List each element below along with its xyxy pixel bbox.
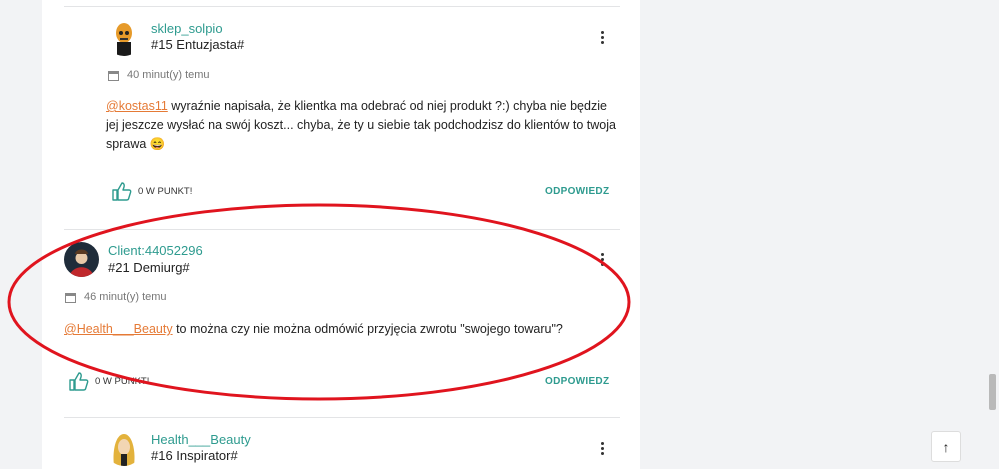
post-timestamp: 40 minut(y) temu bbox=[108, 69, 210, 81]
user-rank: #16 Inspirator# bbox=[151, 448, 238, 463]
like-button[interactable]: 0 W PUNKT! bbox=[112, 182, 192, 201]
divider bbox=[64, 417, 620, 418]
user-rank: #21 Demiurg# bbox=[108, 260, 190, 275]
scrollbar-thumb[interactable] bbox=[989, 374, 996, 410]
post-body: @kostas11 wyraźnie napisała, że klientka… bbox=[106, 97, 616, 154]
avatar[interactable] bbox=[106, 20, 142, 56]
post-timestamp: 46 minut(y) temu bbox=[65, 291, 167, 303]
post-text: wyraźnie napisała, że klientka ma odebra… bbox=[106, 99, 616, 151]
comments-panel: sklep_solpio #15 Entuzjasta# 40 minut(y)… bbox=[42, 0, 640, 469]
divider bbox=[64, 6, 620, 7]
more-options-icon[interactable] bbox=[600, 31, 604, 45]
like-count: 0 W PUNKT! bbox=[138, 186, 193, 197]
calendar-icon bbox=[65, 292, 76, 303]
thumbs-up-icon bbox=[112, 182, 132, 201]
thumbs-up-icon bbox=[69, 372, 89, 391]
arrow-up-icon: ↑ bbox=[942, 438, 950, 455]
timestamp-text: 46 minut(y) temu bbox=[84, 291, 167, 303]
username-link[interactable]: Client:44052296 bbox=[108, 243, 203, 258]
post-body: @Health___Beauty to można czy nie można … bbox=[64, 320, 614, 339]
timestamp-text: 40 minut(y) temu bbox=[127, 69, 210, 81]
like-count: 0 W PUNKT! bbox=[95, 376, 150, 387]
more-options-icon[interactable] bbox=[600, 442, 604, 456]
reply-button[interactable]: ODPOWIEDZ bbox=[545, 186, 609, 197]
more-options-icon[interactable] bbox=[600, 253, 604, 267]
avatar[interactable] bbox=[106, 430, 142, 466]
calendar-icon bbox=[108, 70, 119, 81]
smile-emoji: 😄 bbox=[149, 137, 166, 151]
username-link[interactable]: Health___Beauty bbox=[151, 432, 251, 447]
username-link[interactable]: sklep_solpio bbox=[151, 21, 223, 36]
user-rank: #15 Entuzjasta# bbox=[151, 37, 245, 52]
post-text: to można czy nie można odmówić przyjęcia… bbox=[172, 322, 563, 336]
divider bbox=[64, 229, 620, 230]
reply-button[interactable]: ODPOWIEDZ bbox=[545, 376, 609, 387]
mention-link[interactable]: @kostas11 bbox=[106, 99, 168, 113]
mention-link[interactable]: @Health___Beauty bbox=[64, 322, 173, 336]
avatar[interactable] bbox=[64, 242, 99, 277]
like-button[interactable]: 0 W PUNKT! bbox=[69, 372, 149, 391]
scroll-to-top-button[interactable]: ↑ bbox=[931, 431, 961, 462]
